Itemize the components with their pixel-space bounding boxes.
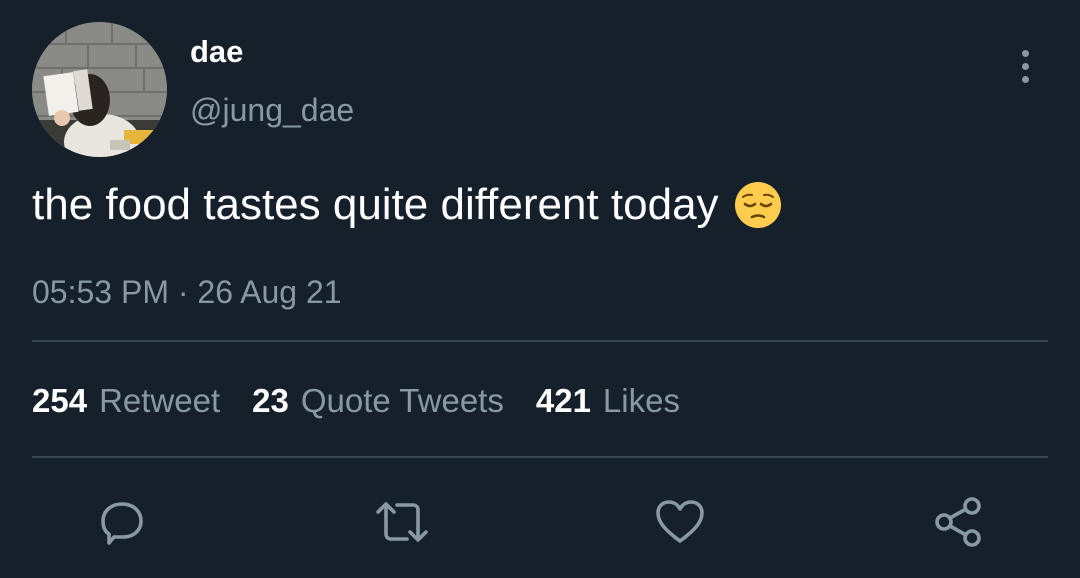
tweet-stats: 254 Retweet 23 Quote Tweets 421 Likes	[32, 382, 712, 420]
more-options-button[interactable]	[1008, 44, 1042, 88]
divider-bottom	[32, 456, 1048, 458]
retweet-label: Retweet	[99, 382, 221, 419]
share-nodes-icon	[935, 497, 981, 547]
more-dot-icon	[1021, 62, 1029, 70]
tweet-time: 05:53 PM	[32, 274, 169, 310]
retweet-arrows-icon	[376, 502, 428, 542]
heart-icon	[656, 500, 704, 543]
quote-tweets-stat[interactable]: 23 Quote Tweets	[252, 382, 504, 420]
retweet-button[interactable]	[372, 492, 432, 552]
more-dot-icon	[1021, 49, 1029, 57]
tweet-date: 26 Aug 21	[197, 274, 342, 310]
reply-button[interactable]	[92, 492, 152, 552]
meta-separator: ·	[177, 274, 189, 310]
likes-count: 421	[535, 382, 591, 419]
share-button[interactable]	[928, 492, 988, 552]
tweet-body: the food tastes quite different today	[32, 180, 719, 229]
tweet-text: the food tastes quite different today	[32, 180, 783, 230]
likes-label: Likes	[602, 382, 680, 419]
avatar-photo-icon	[32, 22, 167, 157]
likes-stat[interactable]: 421 Likes	[536, 382, 680, 420]
speech-bubble-icon	[101, 502, 143, 545]
retweet-count: 254	[32, 382, 88, 419]
pensive-face-icon	[733, 180, 783, 230]
avatar[interactable]	[32, 22, 167, 157]
quote-count: 23	[252, 382, 289, 419]
retweet-stat[interactable]: 254 Retweet	[32, 382, 220, 420]
divider-top	[32, 340, 1048, 342]
display-name[interactable]: dae	[190, 34, 243, 70]
more-dot-icon	[1021, 75, 1029, 83]
quote-label: Quote Tweets	[300, 382, 504, 419]
tweet-detail: dae @jung_dae the food tastes quite diff…	[0, 0, 1080, 578]
tweet-timestamp[interactable]: 05:53 PM · 26 Aug 21	[32, 274, 342, 311]
like-button[interactable]	[650, 492, 710, 552]
user-handle[interactable]: @jung_dae	[190, 92, 354, 129]
